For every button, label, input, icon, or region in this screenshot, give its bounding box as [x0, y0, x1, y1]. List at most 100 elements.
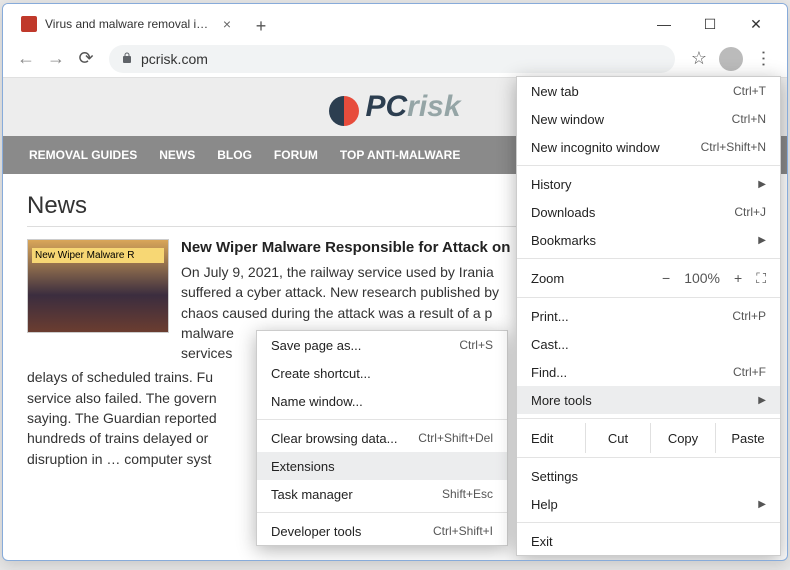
menuitem-label: Create shortcut...	[271, 366, 493, 381]
menuitem-save-page[interactable]: Save page as... Ctrl+S	[257, 331, 507, 359]
zoom-in-button[interactable]: +	[734, 270, 742, 286]
star-icon[interactable]: ☆	[683, 43, 715, 75]
tab-close-icon[interactable]: ×	[223, 16, 231, 32]
forward-button[interactable]: →	[41, 44, 71, 74]
article-line: chaos caused during the attack was a res…	[181, 305, 492, 321]
article-thumbnail[interactable]: New Wiper Malware R	[27, 239, 169, 333]
menuitem-label: New window	[531, 112, 732, 127]
menu-separator	[517, 418, 780, 419]
menuitem-shortcut: Ctrl+Shift+Del	[418, 431, 493, 445]
menuitem-label: Find...	[531, 365, 733, 380]
article-lead: On July 9, 2021, the railway service use…	[181, 264, 494, 280]
menu-separator	[517, 457, 780, 458]
site-logo-icon	[329, 96, 359, 126]
menu-separator	[517, 522, 780, 523]
browser-tab[interactable]: Virus and malware removal instru ×	[11, 8, 241, 40]
menuitem-extensions[interactable]: Extensions	[257, 452, 507, 480]
menuitem-more-tools[interactable]: More tools ▶	[517, 386, 780, 414]
logo-bold: PC	[365, 90, 407, 123]
edit-cut-button[interactable]: Cut	[585, 423, 650, 453]
article-line: malware	[181, 325, 234, 341]
chevron-right-icon: ▶	[758, 499, 766, 510]
address-bar[interactable]: pcrisk.com	[109, 45, 675, 73]
menuitem-label: More tools	[531, 393, 758, 408]
menuitem-history[interactable]: History ▶	[517, 170, 780, 198]
zoom-label: Zoom	[531, 271, 662, 286]
menuitem-exit[interactable]: Exit	[517, 527, 780, 555]
site-favicon	[21, 16, 37, 32]
chevron-right-icon: ▶	[758, 395, 766, 406]
menuitem-task-manager[interactable]: Task manager Shift+Esc	[257, 480, 507, 508]
nav-item[interactable]: NEWS	[159, 148, 195, 162]
url-text: pcrisk.com	[141, 51, 208, 67]
menuitem-shortcut: Ctrl+J	[734, 205, 766, 219]
maximize-button[interactable]: ☐	[687, 8, 733, 40]
minimize-button[interactable]: —	[641, 8, 687, 40]
menu-separator	[257, 512, 507, 513]
menuitem-name-window[interactable]: Name window...	[257, 387, 507, 415]
menuitem-new-tab[interactable]: New tab Ctrl+T	[517, 77, 780, 105]
menuitem-label: Print...	[531, 309, 732, 324]
menuitem-label: Save page as...	[271, 338, 459, 353]
profile-avatar[interactable]	[719, 47, 743, 71]
edit-copy-button[interactable]: Copy	[650, 423, 715, 453]
menuitem-shortcut: Ctrl+N	[732, 112, 766, 126]
window-controls: — ☐ ✕	[641, 8, 779, 40]
menu-separator	[517, 165, 780, 166]
menuitem-label: Help	[531, 497, 758, 512]
article-line: suffered a cyber attack. New research pu…	[181, 284, 499, 300]
site-logo-text: PCrisk	[365, 90, 460, 124]
menuitem-label: Settings	[531, 469, 766, 484]
menuitem-shortcut: Ctrl+Shift+N	[701, 140, 766, 154]
zoom-out-button[interactable]: −	[662, 270, 670, 286]
menuitem-shortcut: Ctrl+F	[733, 365, 766, 379]
menuitem-downloads[interactable]: Downloads Ctrl+J	[517, 198, 780, 226]
nav-item[interactable]: FORUM	[274, 148, 318, 162]
menuitem-label: History	[531, 177, 758, 192]
menuitem-label: Exit	[531, 534, 766, 549]
menuitem-new-window[interactable]: New window Ctrl+N	[517, 105, 780, 133]
close-button[interactable]: ✕	[733, 8, 779, 40]
new-tab-button[interactable]: +	[247, 12, 275, 40]
tab-strip: Virus and malware removal instru × + — ☐…	[3, 4, 787, 40]
menuitem-developer-tools[interactable]: Developer tools Ctrl+Shift+I	[257, 517, 507, 545]
menuitem-bookmarks[interactable]: Bookmarks ▶	[517, 226, 780, 254]
menuitem-print[interactable]: Print... Ctrl+P	[517, 302, 780, 330]
menuitem-shortcut: Ctrl+T	[733, 84, 766, 98]
menuitem-label: Developer tools	[271, 524, 433, 539]
nav-item[interactable]: BLOG	[217, 148, 252, 162]
browser-window: Virus and malware removal instru × + — ☐…	[2, 3, 788, 561]
chevron-right-icon: ▶	[758, 179, 766, 190]
menuitem-label: New incognito window	[531, 140, 701, 155]
browser-toolbar: ← → ⟳ pcrisk.com ☆ ⋯	[3, 40, 787, 78]
menuitem-zoom: Zoom − 100% + ⛶	[517, 263, 780, 293]
edit-label: Edit	[517, 423, 585, 453]
menuitem-shortcut: Ctrl+P	[732, 309, 766, 323]
menuitem-cast[interactable]: Cast...	[517, 330, 780, 358]
tab-title: Virus and malware removal instru	[45, 17, 215, 31]
menu-separator	[517, 297, 780, 298]
menuitem-help[interactable]: Help ▶	[517, 490, 780, 518]
kebab-menu-icon[interactable]: ⋯	[747, 43, 779, 75]
menuitem-shortcut: Ctrl+Shift+I	[433, 524, 493, 538]
nav-item[interactable]: TOP ANTI-MALWARE	[340, 148, 460, 162]
edit-paste-button[interactable]: Paste	[715, 423, 780, 453]
lock-icon	[121, 51, 133, 67]
menu-separator	[257, 419, 507, 420]
menuitem-label: Task manager	[271, 487, 442, 502]
menuitem-new-incognito[interactable]: New incognito window Ctrl+Shift+N	[517, 133, 780, 161]
menuitem-clear-browsing-data[interactable]: Clear browsing data... Ctrl+Shift+Del	[257, 424, 507, 452]
menuitem-find[interactable]: Find... Ctrl+F	[517, 358, 780, 386]
menuitem-create-shortcut[interactable]: Create shortcut...	[257, 359, 507, 387]
reload-button[interactable]: ⟳	[71, 44, 101, 74]
chevron-right-icon: ▶	[758, 235, 766, 246]
menuitem-settings[interactable]: Settings	[517, 462, 780, 490]
menuitem-label: Bookmarks	[531, 233, 758, 248]
back-button[interactable]: ←	[11, 44, 41, 74]
menuitem-label: New tab	[531, 84, 733, 99]
menuitem-label: Name window...	[271, 394, 493, 409]
more-tools-submenu: Save page as... Ctrl+S Create shortcut..…	[256, 330, 508, 546]
nav-item[interactable]: REMOVAL GUIDES	[29, 148, 137, 162]
menuitem-edit-row: Edit Cut Copy Paste	[517, 423, 780, 453]
fullscreen-icon[interactable]: ⛶	[756, 270, 766, 287]
